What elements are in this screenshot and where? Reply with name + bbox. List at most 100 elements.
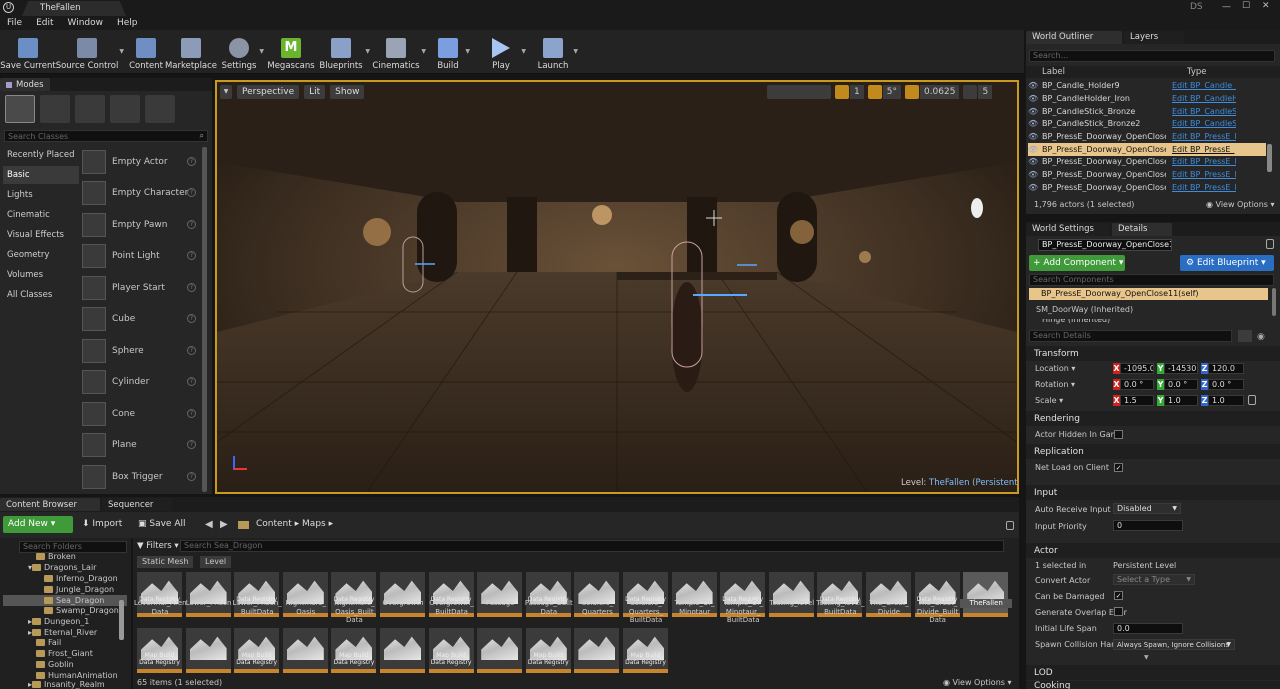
outliner-view-options[interactable]: ◉ View Options ▾	[1206, 200, 1275, 209]
add-component-button[interactable]: + Add Component ▾	[1029, 255, 1125, 271]
folder-item[interactable]: Swamp_Dragon	[44, 605, 119, 616]
outliner-row[interactable]: 👁 BP_CandleHolder_Iron Edit BP_CandleH	[1028, 92, 1266, 105]
expand-advanced-icon[interactable]: ▼	[1144, 654, 1149, 661]
asset-name[interactable]: Overgrowth_ BuiltData	[426, 599, 478, 616]
category-cinematic[interactable]: Cinematic	[3, 206, 79, 224]
place-empty-character[interactable]: Empty Character?	[82, 178, 200, 207]
camera-speed-icon[interactable]	[963, 85, 978, 99]
location-label[interactable]: Location ▾	[1035, 364, 1075, 373]
scale-y-field[interactable]: 1.0	[1164, 395, 1198, 406]
eye-icon[interactable]: 👁	[1028, 94, 1038, 103]
maximize-button[interactable]: ☐	[1242, 1, 1250, 11]
place-plane[interactable]: Plane?	[82, 430, 200, 459]
section-input[interactable]: Input	[1026, 485, 1280, 500]
settings-button[interactable]: Settings ▼	[222, 30, 264, 74]
outliner-row[interactable]: 👁 BP_PressE_Doorway_OpenClose14 Edit BP_Pr…	[1028, 181, 1266, 194]
lock-scale-icon[interactable]	[1248, 395, 1256, 405]
asset-name[interactable]: Nightmare_ Oasis_Built Data	[328, 599, 380, 625]
asset-name[interactable]: The_Great_ Divide_Built Data	[912, 599, 964, 625]
place-empty-pawn[interactable]: Empty Pawn?	[82, 210, 200, 239]
rotation-y-field[interactable]: 0.0 °	[1164, 379, 1198, 390]
help-icon[interactable]: ?	[187, 377, 196, 386]
outliner-scrollbar[interactable]	[1267, 144, 1272, 172]
build-button[interactable]: Build ▼	[434, 30, 470, 74]
transform-tools[interactable]	[767, 85, 831, 99]
folder-item[interactable]: ▾ Dragons_Lair	[28, 562, 96, 573]
asset-thumbnail[interactable]	[380, 572, 425, 617]
help-icon[interactable]: ?	[187, 283, 196, 292]
asset-name[interactable]: Lower_Prison	[183, 599, 235, 608]
actor-name-field[interactable]: BP_PressE_Doorway_OpenClose11	[1038, 239, 1172, 251]
category-visual-effects[interactable]: Visual Effects	[3, 226, 79, 244]
rotation-label[interactable]: Rotation ▾	[1035, 380, 1075, 389]
asset-thumbnail[interactable]	[768, 572, 814, 617]
category-all-classes[interactable]: All Classes	[3, 286, 79, 304]
minimize-button[interactable]: —	[1222, 2, 1231, 12]
asset-name[interactable]: Nightmare_ Oasis	[280, 599, 332, 616]
show-button[interactable]: Show	[330, 85, 365, 99]
help-icon[interactable]: ?	[187, 472, 196, 481]
scale-snap-value[interactable]: 0.0625	[919, 85, 960, 99]
tab-sequencer[interactable]: Sequencer	[102, 498, 172, 511]
category-geometry[interactable]: Geometry	[3, 246, 79, 264]
asset-thumbnail[interactable]: Map Build Data Registry	[623, 628, 668, 673]
folder-item[interactable]: Inferno_Dragon	[44, 573, 118, 584]
lock-icon[interactable]	[1006, 521, 1014, 530]
folder-item[interactable]: Fail	[36, 637, 61, 648]
asset-thumbnail[interactable]	[477, 572, 523, 617]
asset-name[interactable]: Soldiers_ Quarters_ BuiltData	[620, 599, 672, 625]
edit-blueprint-button[interactable]: ⚙ Edit Blueprint ▾	[1180, 255, 1274, 271]
details-scrollbar[interactable]	[1272, 288, 1276, 316]
help-icon[interactable]: ?	[187, 314, 196, 323]
can-be-damaged-checkbox[interactable]: ✓	[1114, 591, 1123, 600]
folder-item[interactable]: Frost_Giant	[36, 648, 93, 659]
category-lights[interactable]: Lights	[3, 186, 79, 204]
eye-icon[interactable]: 👁	[1028, 107, 1038, 116]
rotation-z-field[interactable]: 0.0 °	[1208, 379, 1244, 390]
filter-chip-static-mesh[interactable]: Static Mesh	[137, 556, 194, 568]
asset-thumbnail[interactable]: Map Build Data Registry	[525, 628, 571, 673]
camera-speed-value[interactable]: 5	[978, 85, 993, 99]
folder-scrollbar[interactable]	[119, 600, 124, 640]
asset-name[interactable]: Overgrowth	[377, 599, 429, 608]
column-type[interactable]: Type	[1187, 67, 1207, 77]
help-icon[interactable]: ?	[187, 346, 196, 355]
tab-layers[interactable]: Layers	[1124, 30, 1184, 44]
level-viewport[interactable]: ▼ Perspective Lit Show 1 5° 0.0625 5 Lev…	[215, 80, 1019, 494]
folder-item[interactable]: ▸ Insanity_Realm	[28, 680, 105, 689]
place-empty-actor[interactable]: Empty Actor?	[82, 147, 200, 176]
rotation-snap-icon[interactable]	[867, 85, 882, 99]
section-lod[interactable]: LOD	[1026, 665, 1280, 680]
section-actor[interactable]: Actor	[1026, 543, 1280, 558]
place-mode-icon[interactable]	[5, 95, 35, 123]
grid-view-icon[interactable]	[1238, 330, 1252, 342]
asset-thumbnail[interactable]	[282, 628, 328, 673]
component-row[interactable]: SM_DoorWay (Inherited)	[1036, 305, 1133, 314]
asset-thumbnail[interactable]: Map Build Data Registry	[137, 628, 182, 673]
outliner-row[interactable]: 👁 BP_Candle_Holder9 Edit BP_Candle_H	[1028, 79, 1266, 92]
convert-actor-dropdown[interactable]: Select a Type ▼	[1113, 574, 1195, 585]
asset-name[interactable]: The_Great_ Divide	[863, 599, 915, 616]
scale-x-field[interactable]: 1.5	[1120, 395, 1154, 406]
asset-name[interactable]: Testing_level_ BuiltData	[814, 599, 866, 616]
foliage-mode-icon[interactable]	[110, 95, 140, 123]
asset-name[interactable]: LevelTrial_Arena_Built Data	[134, 599, 210, 616]
folder-item[interactable]: Jungle_Dragon	[44, 584, 114, 595]
modes-scrollbar[interactable]	[202, 147, 207, 492]
filters-button[interactable]: ▼ Filters ▾	[137, 541, 179, 551]
asset-thumbnail[interactable]	[477, 628, 523, 673]
category-basic[interactable]: Basic	[3, 166, 79, 184]
menu-edit[interactable]: Edit	[36, 18, 53, 28]
place-cube[interactable]: Cube?	[82, 304, 200, 333]
asset-thumbnail[interactable]: Map Build Data Registry	[234, 628, 280, 673]
eye-icon[interactable]: 👁	[1028, 132, 1038, 141]
modes-tab[interactable]: Modes	[0, 78, 50, 91]
close-button[interactable]: ✕	[1262, 1, 1270, 11]
eye-icon[interactable]: 👁	[1028, 183, 1038, 192]
rotation-snap-value[interactable]: 5°	[882, 85, 901, 99]
asset-name[interactable]: Testing_level	[766, 599, 818, 608]
asset-thumbnail[interactable]: Map Build Data Registry	[428, 628, 474, 673]
asset-name[interactable]: Temple_Of_ Minotaur_ BuiltData	[717, 599, 769, 625]
user-badge[interactable]: DS	[1190, 2, 1203, 12]
place-box-trigger[interactable]: Box Trigger?	[82, 462, 200, 491]
